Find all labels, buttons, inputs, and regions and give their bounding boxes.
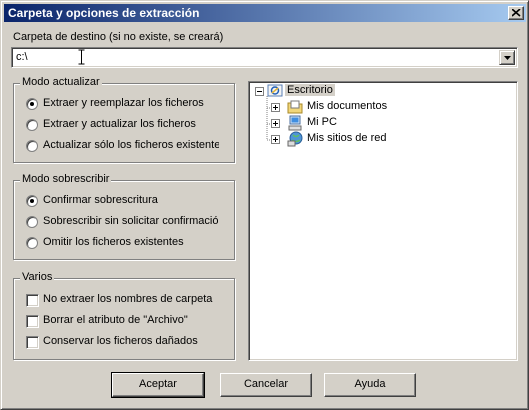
radio-button[interactable]	[26, 140, 38, 152]
misc-group: Varios No extraer los nombres de carpeta…	[13, 271, 235, 360]
close-button[interactable]	[508, 6, 524, 20]
window-title: Carpeta y opciones de extracción	[8, 6, 200, 20]
tree-node-label: Mi PC	[307, 116, 337, 128]
destination-input[interactable]: c:\	[16, 51, 28, 63]
overwrite-mode-group: Modo sobrescribir Confirmar sobrescritur…	[13, 173, 235, 260]
tree-expand-button[interactable]	[271, 135, 280, 144]
network-icon	[287, 131, 303, 147]
update-mode-group: Modo actualizar Extraer y reemplazar los…	[13, 76, 235, 163]
destination-dropdown-button[interactable]	[499, 50, 515, 65]
help-button[interactable]: Ayuda	[324, 373, 416, 397]
radio-button[interactable]	[26, 216, 38, 228]
computer-icon	[288, 115, 302, 131]
destination-label: Carpeta de destino (si no existe, se cre…	[13, 31, 224, 43]
tree-expand-button[interactable]	[271, 103, 280, 112]
update-mode-legend: Modo actualizar	[20, 76, 102, 88]
option-label: No extraer los nombres de carpeta	[43, 293, 213, 305]
overwrite-mode-legend: Modo sobrescribir	[20, 173, 112, 185]
cancel-button[interactable]: Cancelar	[220, 373, 312, 397]
radio-button-selected[interactable]	[26, 195, 38, 207]
folder-tree[interactable]: Escritorio Mis documentos Mi PC Mis siti…	[248, 81, 518, 361]
chevron-down-icon	[504, 56, 511, 60]
title-bar[interactable]: Carpeta y opciones de extracción	[4, 4, 526, 22]
radio-button[interactable]	[26, 119, 38, 131]
radio-button-selected[interactable]	[26, 98, 38, 110]
misc-legend: Varios	[20, 271, 55, 283]
tree-expand-button[interactable]	[271, 119, 280, 128]
option-label: Extraer y reemplazar los ficheros	[43, 97, 204, 109]
tree-node-label: Escritorio	[285, 84, 335, 96]
radio-button[interactable]	[26, 237, 38, 249]
checkbox[interactable]	[26, 294, 39, 307]
option-label: Omitir los ficheros existentes	[43, 236, 184, 248]
desktop-icon	[267, 84, 283, 97]
text-cursor-icon	[78, 49, 85, 65]
folder-icon	[287, 100, 303, 114]
option-label: Borrar el atributo de "Archivo"	[43, 314, 188, 326]
close-icon	[512, 9, 521, 17]
dialog-window: Carpeta y opciones de extracción Carpeta…	[0, 0, 529, 410]
option-label: Extraer y actualizar los ficheros	[43, 118, 196, 130]
option-label: Actualizar sólo los ficheros existentes	[43, 139, 219, 151]
checkbox[interactable]	[26, 315, 39, 328]
ok-button[interactable]: Aceptar	[111, 372, 205, 398]
option-label: Conservar los ficheros dañados	[43, 335, 198, 347]
checkbox[interactable]	[26, 336, 39, 349]
tree-node-label: Mis documentos	[307, 100, 388, 112]
tree-node-label: Mis sitios de red	[307, 132, 387, 144]
tree-collapse-button[interactable]	[255, 87, 264, 96]
destination-combobox[interactable]: c:\	[11, 47, 518, 68]
option-label: Confirmar sobrescritura	[43, 194, 158, 206]
option-label: Sobrescribir sin solicitar confirmación	[43, 215, 219, 227]
